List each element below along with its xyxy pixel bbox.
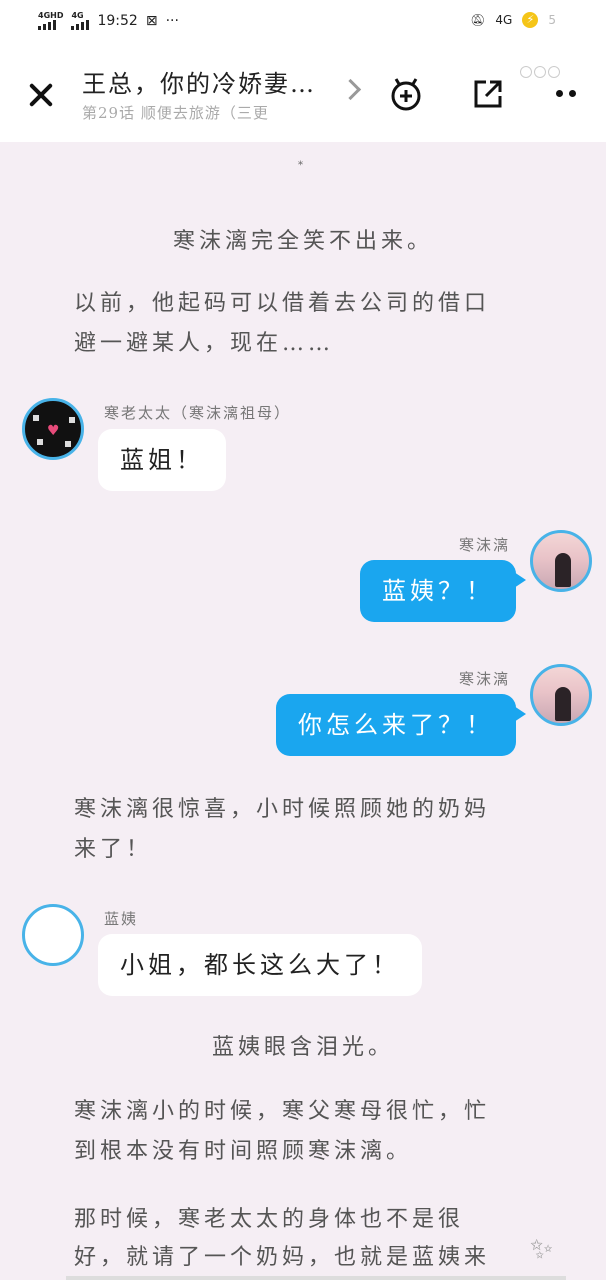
paragraph: 到根本没有时间照顾寒沫漓。 [74,1139,413,1164]
avatar-grandma[interactable]: ♥ [22,398,84,460]
chapter-subtitle[interactable]: 第29话 顺便去旅游（三更 [82,102,269,123]
book-title[interactable]: 王总，你的冷娇妻… [82,64,316,99]
clock: 19:52 [97,13,138,29]
speaker-name: 寒沫漓 [458,670,510,688]
heart-icon: ♥ [47,423,60,439]
progress-bar [66,1276,566,1280]
speaker-name: 寒老太太（寒沫漓祖母） [104,404,292,422]
paragraph: 那时候，寒老太太的身体也不是很 [74,1207,465,1232]
chat-bubble: 蓝姨？！ [360,560,526,622]
signal-icon: 4GHD [38,12,63,30]
status-right: 🔕︎ 4G ⚡︎ 5 [470,12,556,28]
signal-icon-2: 4G [71,12,90,30]
more-icon[interactable] [556,90,576,97]
progress-dots [520,66,560,78]
paragraph: 寒沫漓完全笑不出来。 [172,229,433,254]
close-icon[interactable] [26,80,56,110]
paragraph: 来了！ [74,837,153,862]
paragraph: 寒沫漓小的时候，寒父寒母很忙，忙 [74,1099,491,1124]
avatar-hanmoli[interactable] [530,664,592,726]
chevron-right-icon[interactable] [339,78,362,101]
paragraph: 好，就请了一个奶妈，也就是蓝姨来 [74,1245,491,1270]
avatar-lanyi[interactable] [22,904,84,966]
magic-wand-icon[interactable]: ✨︎ [530,1232,553,1266]
reader-content: * 寒沫漓完全笑不出来。 以前，他起码可以借着去公司的借口 避一避某人，现在……… [0,142,606,1280]
paragraph: 避一避某人，现在…… [74,331,335,356]
chat-bubble: 你怎么来了？！ [276,694,526,756]
reader-header: 王总，你的冷娇妻… 第29话 顺便去旅游（三更 [0,44,606,142]
network-label: 4G [495,13,513,27]
paragraph: 以前，他起码可以借着去公司的借口 [74,291,491,316]
screenshot-icon: ⊠ [145,13,158,29]
status-bar: 4GHD 4G 19:52 ⊠ ··· 🔕︎ 4G ⚡︎ 5 [0,0,606,44]
dots-icon: ··· [165,13,179,29]
add-bookshelf-icon[interactable] [388,76,424,112]
status-extra: 5 [548,13,556,27]
paragraph: 寒沫漓很惊喜，小时候照顾她的奶妈 [74,797,491,822]
paragraph: 蓝姨眼含泪光。 [211,1035,394,1060]
avatar-hanmoli[interactable] [530,530,592,592]
chat-bubble: 小姐，都长这么大了！ [98,934,422,996]
status-left: 4GHD 4G 19:52 ⊠ ··· [38,12,179,30]
speaker-name: 蓝姨 [104,910,139,928]
share-icon[interactable] [470,76,506,112]
chat-bubble: 蓝姐！ [98,429,226,491]
section-marker: * [298,160,303,171]
mute-icon: 🔕︎ [470,13,486,27]
speaker-name: 寒沫漓 [458,536,510,554]
charging-icon: ⚡︎ [522,12,539,28]
